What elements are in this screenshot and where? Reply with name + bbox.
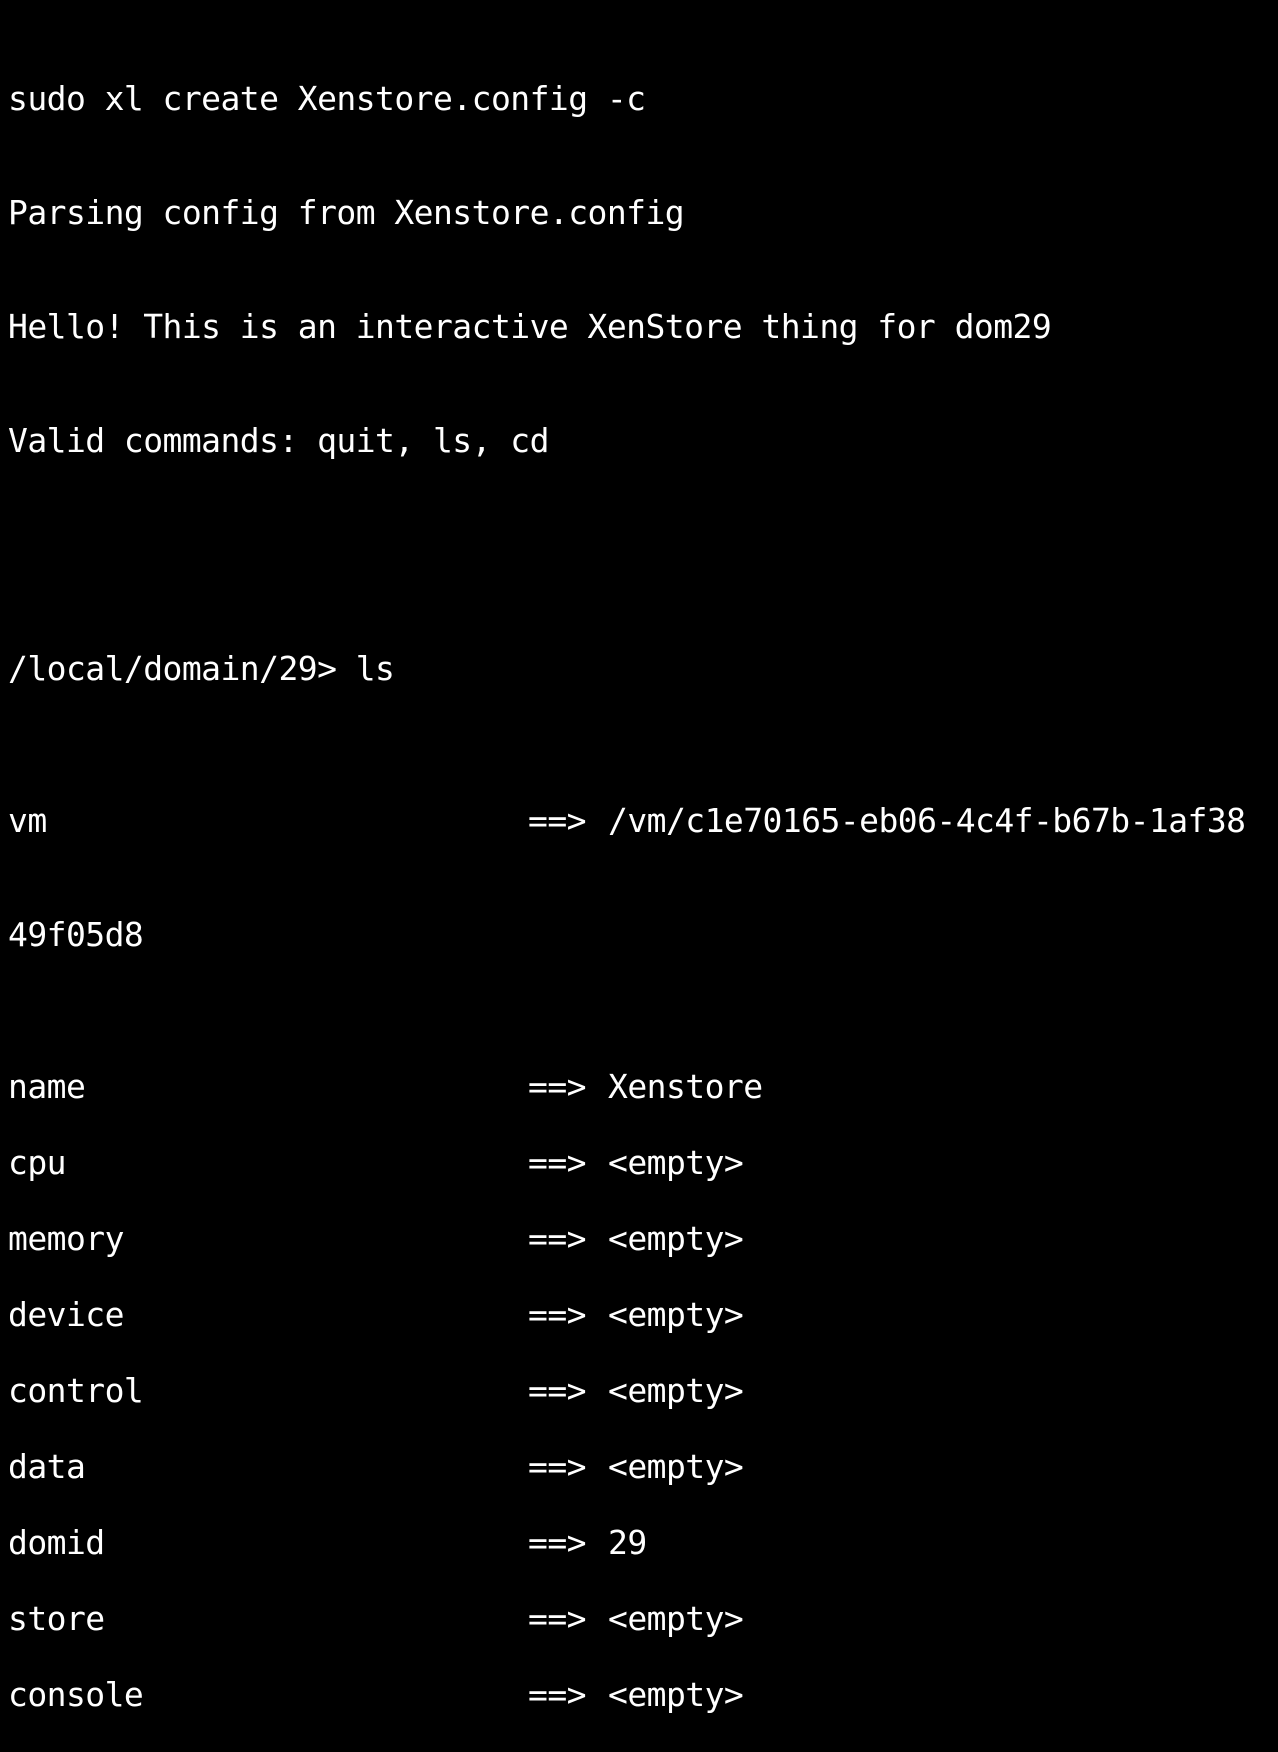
entry-key: store: [8, 1599, 105, 1638]
listing-entry-data: data ==> <empty>: [8, 1448, 1276, 1486]
command-line: sudo xl create Xenstore.config -c: [8, 79, 646, 118]
listing-entry-device: device ==> <empty>: [8, 1296, 1276, 1334]
listing-entry-vm: vm ==> /vm/c1e70165-eb06-4c4f-b67b-1af38: [8, 802, 1276, 840]
entry-value: /vm/c1e70165-eb06-4c4f-b67b-1af38: [608, 801, 1246, 840]
entry-key: device: [8, 1295, 124, 1334]
entry-separator: ==>: [528, 1599, 587, 1638]
listing-entry-name: name ==> Xenstore: [8, 1068, 1276, 1106]
listing-entry-cpu: cpu ==> <empty>: [8, 1144, 1276, 1182]
entry-key: data: [8, 1447, 86, 1486]
entry-separator: ==>: [528, 1447, 587, 1486]
listing-entry-memory: memory ==> <empty>: [8, 1220, 1276, 1258]
output-line: Parsing config from Xenstore.config: [8, 193, 685, 232]
terminal-window[interactable]: sudo xl create Xenstore.config -c Parsin…: [8, 4, 1276, 1752]
entry-value: 29: [608, 1523, 647, 1562]
listing-entry-store: store ==> <empty>: [8, 1600, 1276, 1638]
entry-value: Xenstore: [608, 1067, 763, 1106]
output-line: Valid commands: quit, ls, cd: [8, 421, 549, 460]
entry-value: <empty>: [608, 1599, 744, 1638]
entry-key: cpu: [8, 1143, 67, 1182]
entry-separator: ==>: [528, 1219, 587, 1258]
entry-separator: ==>: [528, 1523, 587, 1562]
entry-key: vm: [8, 801, 47, 840]
prompt-line: /local/domain/29> ls: [8, 649, 395, 688]
entry-separator: ==>: [528, 1371, 587, 1410]
entry-key: name: [8, 1067, 86, 1106]
entry-separator: ==>: [528, 1143, 587, 1182]
entry-value: <empty>: [608, 1295, 744, 1334]
entry-value: <empty>: [608, 1219, 744, 1258]
entry-key: console: [8, 1675, 144, 1714]
entry-value: <empty>: [608, 1675, 744, 1714]
listing-entry-control: control ==> <empty>: [8, 1372, 1276, 1410]
listing-entry-domid: domid ==> 29: [8, 1524, 1276, 1562]
entry-value-wrap: 49f05d8: [8, 915, 144, 954]
entry-separator: ==>: [528, 1295, 587, 1334]
output-line: Hello! This is an interactive XenStore t…: [8, 307, 1052, 346]
listing-entries: name ==> Xenstore cpu ==> <empty> memory ==> <em…: [8, 1068, 1276, 1714]
entry-key: memory: [8, 1219, 124, 1258]
listing-entry-console: console ==> <empty>: [8, 1676, 1276, 1714]
entry-separator: ==>: [528, 801, 587, 840]
entry-value: <empty>: [608, 1371, 744, 1410]
entry-value: <empty>: [608, 1447, 744, 1486]
entry-separator: ==>: [528, 1067, 587, 1106]
entry-value: <empty>: [608, 1143, 744, 1182]
entry-key: domid: [8, 1523, 105, 1562]
entry-key: control: [8, 1371, 144, 1410]
entry-separator: ==>: [528, 1675, 587, 1714]
